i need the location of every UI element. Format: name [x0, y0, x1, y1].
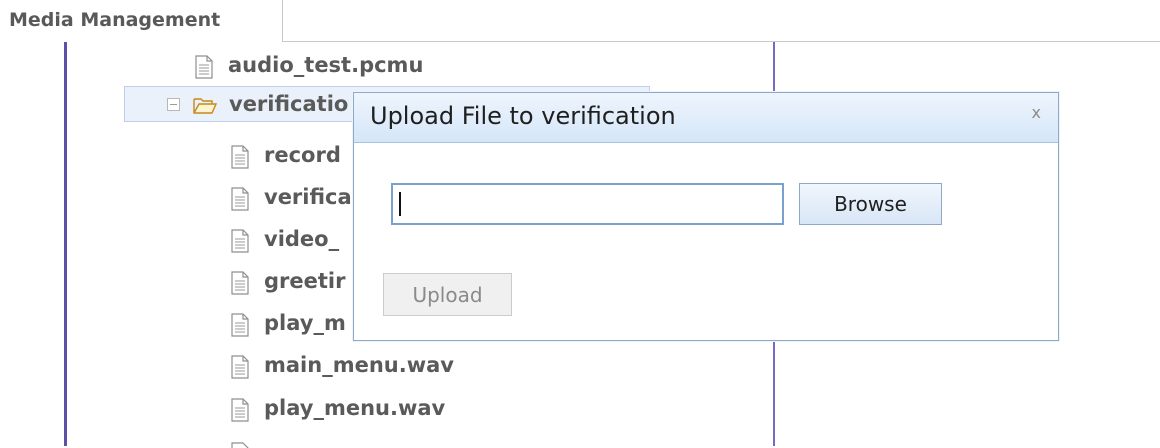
tree-item-label: verificatio — [229, 92, 349, 116]
file-icon — [195, 55, 213, 79]
tree-item-label: verifica — [264, 185, 352, 209]
tab-media-management[interactable]: Media Management — [0, 0, 283, 42]
tree-item-label: main_menu.wav — [264, 353, 454, 377]
dialog-title: Upload File to verification — [370, 102, 676, 130]
browse-button[interactable]: Browse — [799, 183, 942, 225]
file-icon — [231, 187, 249, 211]
tab-label: Media Management — [9, 9, 221, 31]
collapse-minus-icon[interactable] — [167, 98, 180, 111]
file-icon — [231, 271, 249, 295]
tree-item-verifica[interactable]: verifica — [226, 180, 366, 216]
file-icon — [231, 355, 249, 379]
tree-item-label: play_menu.wav — [264, 396, 446, 420]
tree-item-record[interactable]: record — [226, 138, 366, 174]
tab-strip: Media Management — [0, 0, 1160, 42]
file-icon — [231, 229, 249, 253]
tree-item-clipped[interactable] — [226, 436, 546, 448]
file-icon — [231, 442, 249, 448]
upload-button[interactable]: Upload — [383, 273, 512, 316]
tree-item-play-menu[interactable]: play_menu.wav — [226, 391, 546, 427]
tree-item-video[interactable]: video_ — [226, 222, 366, 258]
file-path-input[interactable] — [391, 183, 784, 225]
upload-file-dialog: Upload File to verification x Browse Upl… — [353, 92, 1059, 341]
tree-item-audio-test[interactable]: audio_test.pcmu — [190, 48, 510, 84]
tree-item-greeting[interactable]: greetir — [226, 264, 366, 300]
tree-item-label: video_ — [264, 227, 340, 251]
tree-item-main-menu[interactable]: main_menu.wav — [226, 348, 546, 384]
dialog-titlebar[interactable]: Upload File to verification x — [354, 93, 1058, 143]
tree-item-play-m[interactable]: play_m — [226, 306, 366, 342]
file-icon — [231, 313, 249, 337]
file-icon — [231, 398, 249, 422]
folder-open-icon — [193, 98, 217, 114]
tree-item-label: greetir — [264, 269, 346, 293]
text-caret — [399, 192, 401, 216]
file-icon — [231, 145, 249, 169]
tree-guide-line-left — [64, 42, 67, 446]
tree-item-label: play_m — [264, 311, 346, 335]
tree-item-label: record — [264, 143, 341, 167]
tree-item-label: audio_test.pcmu — [228, 53, 424, 77]
close-icon[interactable]: x — [1032, 103, 1041, 122]
